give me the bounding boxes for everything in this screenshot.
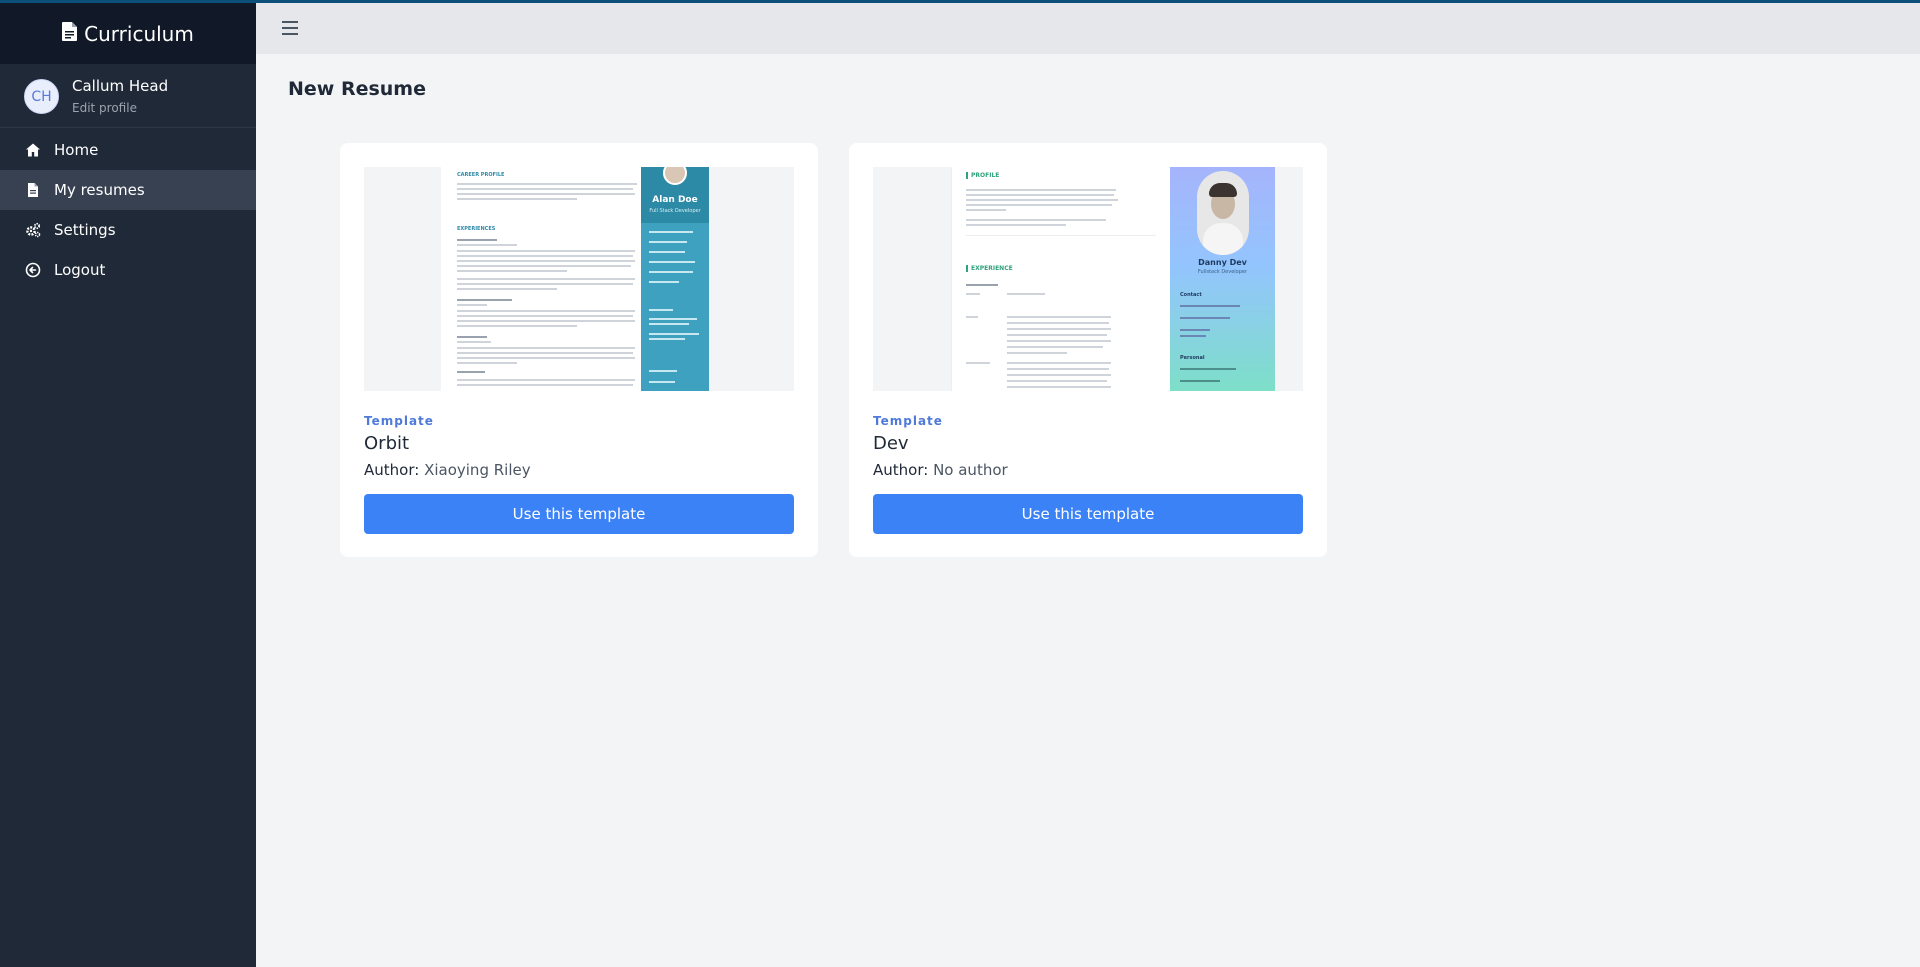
template-preview-dev[interactable]: PROFILE EXPERIENCE Danny Dev Fullstack D…: [873, 167, 1303, 391]
sidebar: Curriculum CH Callum Head Edit profile H…: [0, 0, 256, 967]
preview-heading: PROFILE: [966, 172, 999, 179]
preview-person-role: Full Stack Developer: [649, 208, 701, 214]
hamburger-icon[interactable]: [282, 21, 298, 35]
sidebar-item-my-resumes[interactable]: My resumes: [0, 170, 256, 210]
user-name: Callum Head: [72, 77, 169, 95]
preview-side-heading: Contact: [1180, 292, 1202, 298]
template-card-dev: PROFILE EXPERIENCE Danny Dev Fullstack D…: [849, 143, 1327, 557]
page-title: New Resume: [288, 78, 426, 100]
author-label: Author:: [873, 461, 929, 479]
logout-icon: [24, 261, 42, 279]
template-author: Author: No author: [873, 461, 1008, 479]
sidebar-item-label: Home: [54, 141, 99, 159]
preview-heading: CAREER PROFILE: [457, 172, 505, 178]
use-template-button[interactable]: Use this template: [873, 494, 1303, 534]
sidebar-item-label: Logout: [54, 261, 106, 279]
gears-icon: [24, 221, 42, 239]
template-card-orbit: CAREER PROFILE EXPERIENCES Alan Doe Full…: [340, 143, 818, 557]
edit-profile-link[interactable]: Edit profile: [72, 99, 168, 117]
avatar[interactable]: CH: [24, 79, 59, 114]
preview-person-name: Danny Dev: [1198, 258, 1247, 267]
top-accent-line: [0, 0, 1920, 3]
author-value: Xiaoying Riley: [424, 461, 531, 479]
user-panel: CH Callum Head Edit profile: [0, 64, 256, 128]
author-value: No author: [933, 461, 1008, 479]
template-name: Orbit: [364, 433, 410, 454]
preview-heading: EXPERIENCE: [966, 265, 1013, 272]
document-icon: [62, 21, 78, 46]
brand-name: Curriculum: [84, 21, 194, 46]
sidebar-item-label: My resumes: [54, 181, 145, 199]
author-label: Author:: [364, 461, 420, 479]
sidebar-item-label: Settings: [54, 221, 116, 239]
template-preview-orbit[interactable]: CAREER PROFILE EXPERIENCES Alan Doe Full…: [364, 167, 794, 391]
file-icon: [24, 181, 42, 199]
use-template-button[interactable]: Use this template: [364, 494, 794, 534]
template-name: Dev: [873, 433, 909, 454]
home-icon: [24, 141, 42, 159]
preview-side-heading: Personal: [1180, 355, 1205, 361]
preview-person-name: Alan Doe: [652, 195, 698, 205]
card-label: Template: [873, 414, 943, 428]
sidebar-item-settings[interactable]: Settings: [0, 210, 256, 250]
brand[interactable]: Curriculum: [0, 0, 256, 64]
template-author: Author: Xiaoying Riley: [364, 461, 531, 479]
preview-person-role: Fullstack Developer: [1197, 269, 1248, 275]
preview-heading: EXPERIENCES: [457, 226, 496, 232]
sidebar-nav: Home My resumes Settings Logout: [0, 130, 256, 290]
sidebar-item-logout[interactable]: Logout: [0, 250, 256, 290]
topbar: [256, 3, 1920, 54]
card-label: Template: [364, 414, 434, 428]
sidebar-item-home[interactable]: Home: [0, 130, 256, 170]
avatar: [1197, 171, 1249, 255]
